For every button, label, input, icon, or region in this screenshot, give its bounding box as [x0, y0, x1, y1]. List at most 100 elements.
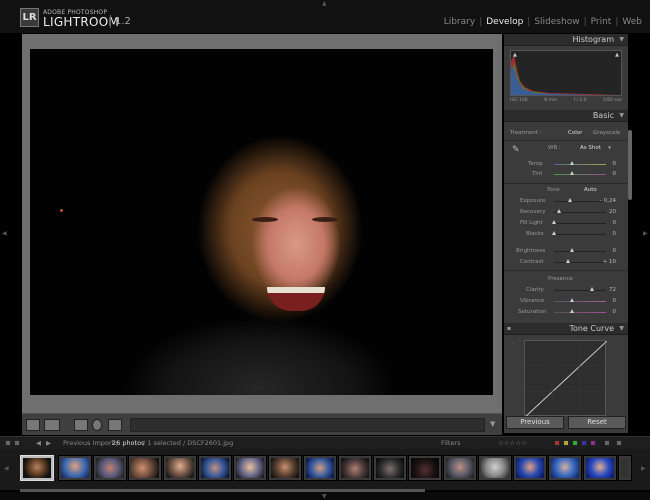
module-web[interactable]: Web	[622, 17, 642, 27]
green-label-filter[interactable]	[572, 440, 578, 446]
recovery-slider-thumb[interactable]	[557, 209, 561, 213]
filmstrip-thumbnail[interactable]	[198, 455, 232, 481]
exif-shutter: 1/60 sec	[602, 98, 622, 103]
basic-header[interactable]: Basic ▼	[504, 110, 628, 122]
vibrance-label: Vibrance	[520, 298, 545, 304]
loupe-view-icon[interactable]	[26, 419, 40, 431]
toolbar-menu-icon[interactable]: ▼	[490, 420, 495, 428]
filmstrip-right-icon[interactable]: ▶	[641, 465, 646, 472]
tone-curve-header[interactable]: ▪ Tone Curve ▼	[504, 323, 628, 335]
filmstrip-thumbnail[interactable]	[478, 455, 512, 481]
wb-preset-select[interactable]: As Shot	[580, 145, 601, 151]
filmstrip-thumbnail[interactable]	[443, 455, 477, 481]
wb-dropdown-icon[interactable]: ▼	[608, 145, 611, 150]
filmstrip-thumbnail[interactable]	[548, 455, 582, 481]
selection-info[interactable]: / 1 selected / DSCF2601.jpg	[143, 439, 233, 447]
histogram-header[interactable]: Histogram ▼	[504, 34, 628, 46]
exposure-value[interactable]: – 0,24	[598, 198, 616, 204]
clarity-value[interactable]: 72	[598, 287, 616, 293]
treatment-color-option[interactable]: Color	[568, 130, 582, 136]
filmstrip-thumbnail[interactable]	[93, 455, 127, 481]
panel-scrollbar[interactable]	[628, 130, 632, 200]
auto-tone-button[interactable]: Auto	[584, 187, 597, 193]
filmstrip-thumbnail[interactable]	[513, 455, 547, 481]
blacks-slider-thumb[interactable]	[552, 231, 556, 235]
top-panel-toggle-icon[interactable]: ▲	[322, 0, 327, 7]
photo-preview[interactable]	[30, 49, 493, 395]
filmstrip-thumbnail[interactable]	[408, 455, 442, 481]
purple-label-filter[interactable]	[590, 440, 596, 446]
blacks-label: Blacks	[526, 231, 544, 237]
highlight-clip-icon[interactable]: ▲	[615, 52, 619, 58]
clarity-slider-thumb[interactable]	[590, 287, 594, 291]
previous-button[interactable]: Previous	[506, 416, 564, 429]
blue-label-filter[interactable]	[581, 440, 587, 446]
saturation-slider-thumb[interactable]	[570, 309, 574, 313]
collapse-basic-icon[interactable]: ▼	[619, 112, 624, 119]
blacks-value[interactable]: 0	[598, 231, 617, 237]
crop-tool-icon[interactable]	[74, 419, 88, 431]
collapse-tone-curve-icon[interactable]: ▼	[619, 325, 624, 332]
tone-curve-target-icon[interactable]: ▪	[507, 325, 511, 332]
filmstrip-thumbnail[interactable]	[583, 455, 617, 481]
filter-lock-icon[interactable]	[616, 440, 622, 446]
filmstrip-thumbnail[interactable]	[338, 455, 372, 481]
tone-curve-point-icon[interactable]: ◦	[511, 342, 514, 348]
module-develop[interactable]: Develop	[486, 17, 523, 27]
vibrance-slider-thumb[interactable]	[570, 298, 574, 302]
filmstrip-thumbnail[interactable]	[268, 455, 302, 481]
filmstrip-thumbnail[interactable]	[303, 455, 337, 481]
temp-slider-thumb[interactable]	[570, 161, 574, 165]
contrast-value[interactable]: + 10	[598, 259, 616, 265]
red-label-filter[interactable]	[554, 440, 560, 446]
treatment-grayscale-option[interactable]: Grayscale	[593, 130, 620, 136]
left-panel-toggle-icon[interactable]: ◀	[2, 230, 7, 237]
fill-light-slider-thumb[interactable]	[552, 220, 556, 224]
shadow-clip-icon[interactable]: ▲	[513, 52, 517, 58]
fill-light-value[interactable]: 0	[598, 220, 617, 226]
photo-mouth	[267, 287, 325, 311]
exposure-slider-thumb[interactable]	[568, 198, 572, 202]
nav-back-icon[interactable]: ◀	[36, 439, 41, 447]
develop-panel: Histogram ▼ ▲ ▲ ISO 100 8 mm f / 2.0 1/6…	[504, 34, 628, 433]
saturation-value[interactable]: 0	[598, 309, 617, 315]
filmstrip-thumbnail[interactable]	[128, 455, 162, 481]
filter-toggle-icon[interactable]	[604, 440, 610, 446]
filmstrip-thumbnail[interactable]	[233, 455, 267, 481]
nav-forward-icon[interactable]: ▶	[46, 439, 51, 447]
wb-eyedropper-icon[interactable]: ✎	[512, 145, 520, 155]
recovery-value[interactable]: 20	[598, 209, 616, 215]
rating-filter-stars[interactable]: ☆☆☆☆☆	[498, 439, 527, 447]
yellow-label-filter[interactable]	[563, 440, 569, 446]
module-print[interactable]: Print	[591, 17, 612, 27]
before-after-icon[interactable]	[44, 419, 60, 431]
filmstrip-thumbnail[interactable]	[618, 455, 632, 481]
secondary-window-icon[interactable]	[5, 440, 11, 446]
spot-removal-icon[interactable]	[108, 419, 122, 431]
filmstrip-source[interactable]: Previous Import /	[63, 439, 118, 447]
temp-value[interactable]: 0	[598, 161, 617, 167]
right-panel-toggle-icon[interactable]: ▶	[643, 230, 648, 237]
tint-value[interactable]: 0	[598, 171, 617, 177]
red-eye-tool-icon[interactable]	[92, 419, 102, 431]
wb-label: WB :	[548, 145, 561, 151]
filmstrip-thumbnail[interactable]	[163, 455, 197, 481]
tone-curve-graph[interactable]	[524, 340, 608, 418]
bottom-panel-toggle-icon[interactable]: ▼	[322, 493, 327, 500]
brightness-slider-thumb[interactable]	[570, 248, 574, 252]
filmstrip-thumbnail[interactable]	[373, 455, 407, 481]
grid-view-icon[interactable]	[14, 440, 20, 446]
lightroom-logo: LR	[20, 8, 39, 27]
reset-button[interactable]: Reset	[568, 416, 626, 429]
tint-slider-thumb[interactable]	[570, 171, 574, 175]
filmstrip-left-icon[interactable]: ◀	[4, 465, 9, 472]
vibrance-value[interactable]: 0	[598, 298, 617, 304]
image-canvas[interactable]	[22, 34, 502, 413]
collapse-histogram-icon[interactable]: ▼	[619, 36, 624, 43]
module-slideshow[interactable]: Slideshow	[534, 17, 579, 27]
brightness-value[interactable]: 0	[598, 248, 617, 254]
filmstrip-thumbnail[interactable]	[58, 455, 92, 481]
filmstrip-thumbnail-selected[interactable]	[20, 455, 54, 481]
contrast-slider-thumb[interactable]	[566, 259, 570, 263]
module-library[interactable]: Library	[444, 17, 475, 27]
